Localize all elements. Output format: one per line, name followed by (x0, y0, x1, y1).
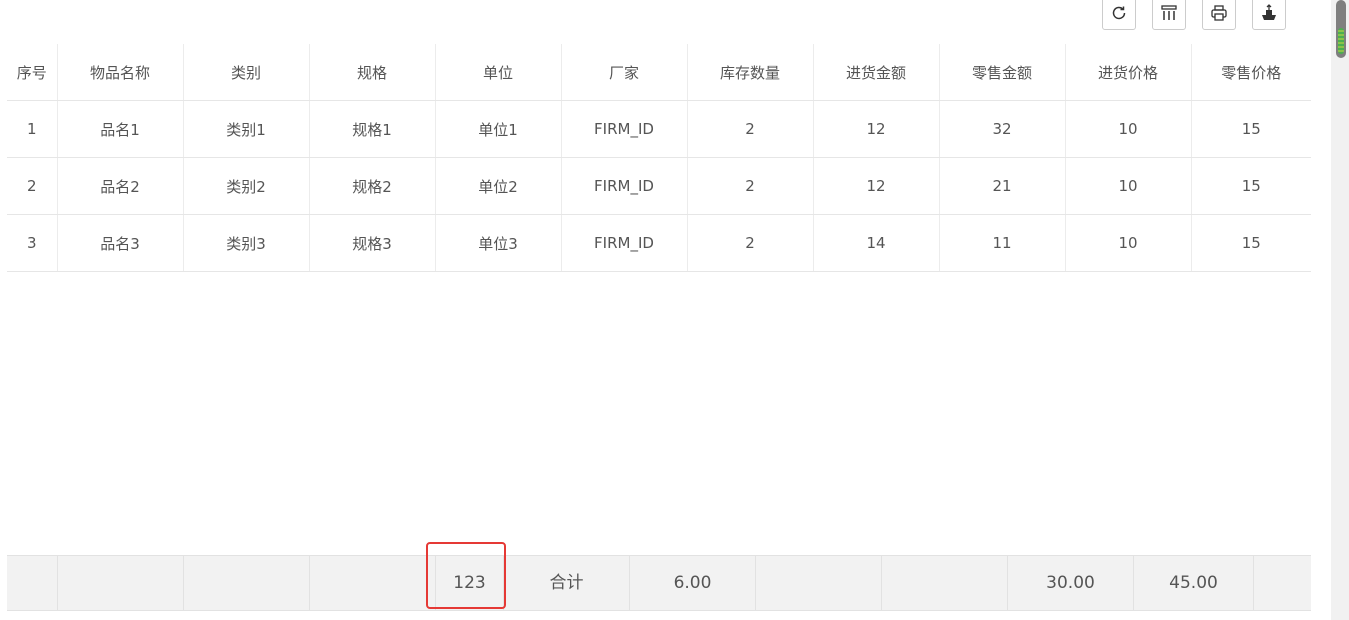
print-button[interactable] (1202, 0, 1236, 30)
cell: 14 (813, 214, 940, 272)
header-retail-price[interactable]: 零售价格 (1191, 44, 1311, 101)
table-toolbar (0, 0, 1330, 34)
cell: 1 (7, 100, 58, 158)
header-stock-qty[interactable]: 库存数量 (687, 44, 814, 101)
columns-icon (1161, 5, 1177, 20)
refresh-icon (1112, 6, 1126, 20)
cell: FIRM_ID (561, 100, 688, 158)
header-index[interactable]: 序号 (7, 44, 58, 101)
columns-button[interactable] (1152, 0, 1186, 30)
cell: 12 (813, 157, 940, 215)
footer-cell (7, 556, 58, 610)
vertical-scrollbar[interactable] (1331, 0, 1349, 620)
cell: 单位1 (435, 100, 562, 158)
header-retail-amount[interactable]: 零售金额 (939, 44, 1066, 101)
cell: 2 (687, 214, 814, 272)
header-unit[interactable]: 单位 (435, 44, 562, 101)
scrollbar-grip-icon (1338, 28, 1344, 54)
footer-cell (882, 556, 1008, 610)
cell: 2 (7, 157, 58, 215)
header-row: 序号 物品名称 类别 规格 单位 厂家 库存数量 进货金额 零售金额 进货价格 … (7, 44, 1311, 101)
cell: 32 (939, 100, 1066, 158)
cell: 品名2 (57, 157, 184, 215)
cell: 10 (1065, 100, 1192, 158)
refresh-button[interactable] (1102, 0, 1136, 30)
header-item-name[interactable]: 物品名称 (57, 44, 184, 101)
footer-cell (184, 556, 310, 610)
cell: 21 (939, 157, 1066, 215)
footer-retail-price-total: 45.00 (1134, 556, 1254, 610)
header-purchase-amount[interactable]: 进货金额 (813, 44, 940, 101)
cell: 类别2 (183, 157, 310, 215)
cell: 规格2 (309, 157, 436, 215)
cell: 类别1 (183, 100, 310, 158)
cell: 品名3 (57, 214, 184, 272)
header-spec[interactable]: 规格 (309, 44, 436, 101)
cell: 15 (1191, 100, 1311, 158)
print-icon (1211, 5, 1227, 21)
table-row[interactable]: 2 品名2 类别2 规格2 单位2 FIRM_ID 2 12 21 10 15 (7, 157, 1311, 215)
header-category[interactable]: 类别 (183, 44, 310, 101)
cell: 12 (813, 100, 940, 158)
table-header: 序号 物品名称 类别 规格 单位 厂家 库存数量 进货金额 零售金额 进货价格 … (7, 44, 1311, 101)
export-icon (1262, 4, 1276, 20)
footer-cell (58, 556, 184, 610)
cell: 单位2 (435, 157, 562, 215)
table-row[interactable]: 1 品名1 类别1 规格1 单位1 FIRM_ID 2 12 32 10 15 (7, 100, 1311, 158)
cell: 15 (1191, 214, 1311, 272)
export-button[interactable] (1252, 0, 1286, 30)
cell: 规格1 (309, 100, 436, 158)
cell: 2 (687, 100, 814, 158)
table-body: 1 品名1 类别1 规格1 单位1 FIRM_ID 2 12 32 10 15 … (7, 100, 1311, 272)
cell: 10 (1065, 157, 1192, 215)
cell: 10 (1065, 214, 1192, 272)
table-row[interactable]: 3 品名3 类别3 规格3 单位3 FIRM_ID 2 14 11 10 15 (7, 214, 1311, 272)
cell: 类别3 (183, 214, 310, 272)
footer-cell (756, 556, 882, 610)
cell: 3 (7, 214, 58, 272)
cell: 品名1 (57, 100, 184, 158)
cell: FIRM_ID (561, 214, 688, 272)
cell: 单位3 (435, 214, 562, 272)
footer-purchase-price-total: 30.00 (1008, 556, 1134, 610)
cell: 11 (939, 214, 1066, 272)
table-footer-summary: 123 合计 6.00 30.00 45.00 (7, 555, 1311, 611)
cell: 15 (1191, 157, 1311, 215)
header-purchase-price[interactable]: 进货价格 (1065, 44, 1192, 101)
inventory-table: 序号 物品名称 类别 规格 单位 厂家 库存数量 进货金额 零售金额 进货价格 … (7, 44, 1311, 272)
cell: FIRM_ID (561, 157, 688, 215)
footer-value-123: 123 (436, 556, 504, 610)
header-manufacturer[interactable]: 厂家 (561, 44, 688, 101)
footer-total-label: 合计 (504, 556, 630, 610)
cell: 规格3 (309, 214, 436, 272)
footer-stock-total: 6.00 (630, 556, 756, 610)
footer-cell (310, 556, 436, 610)
cell: 2 (687, 157, 814, 215)
footer-cell (1254, 556, 1311, 610)
